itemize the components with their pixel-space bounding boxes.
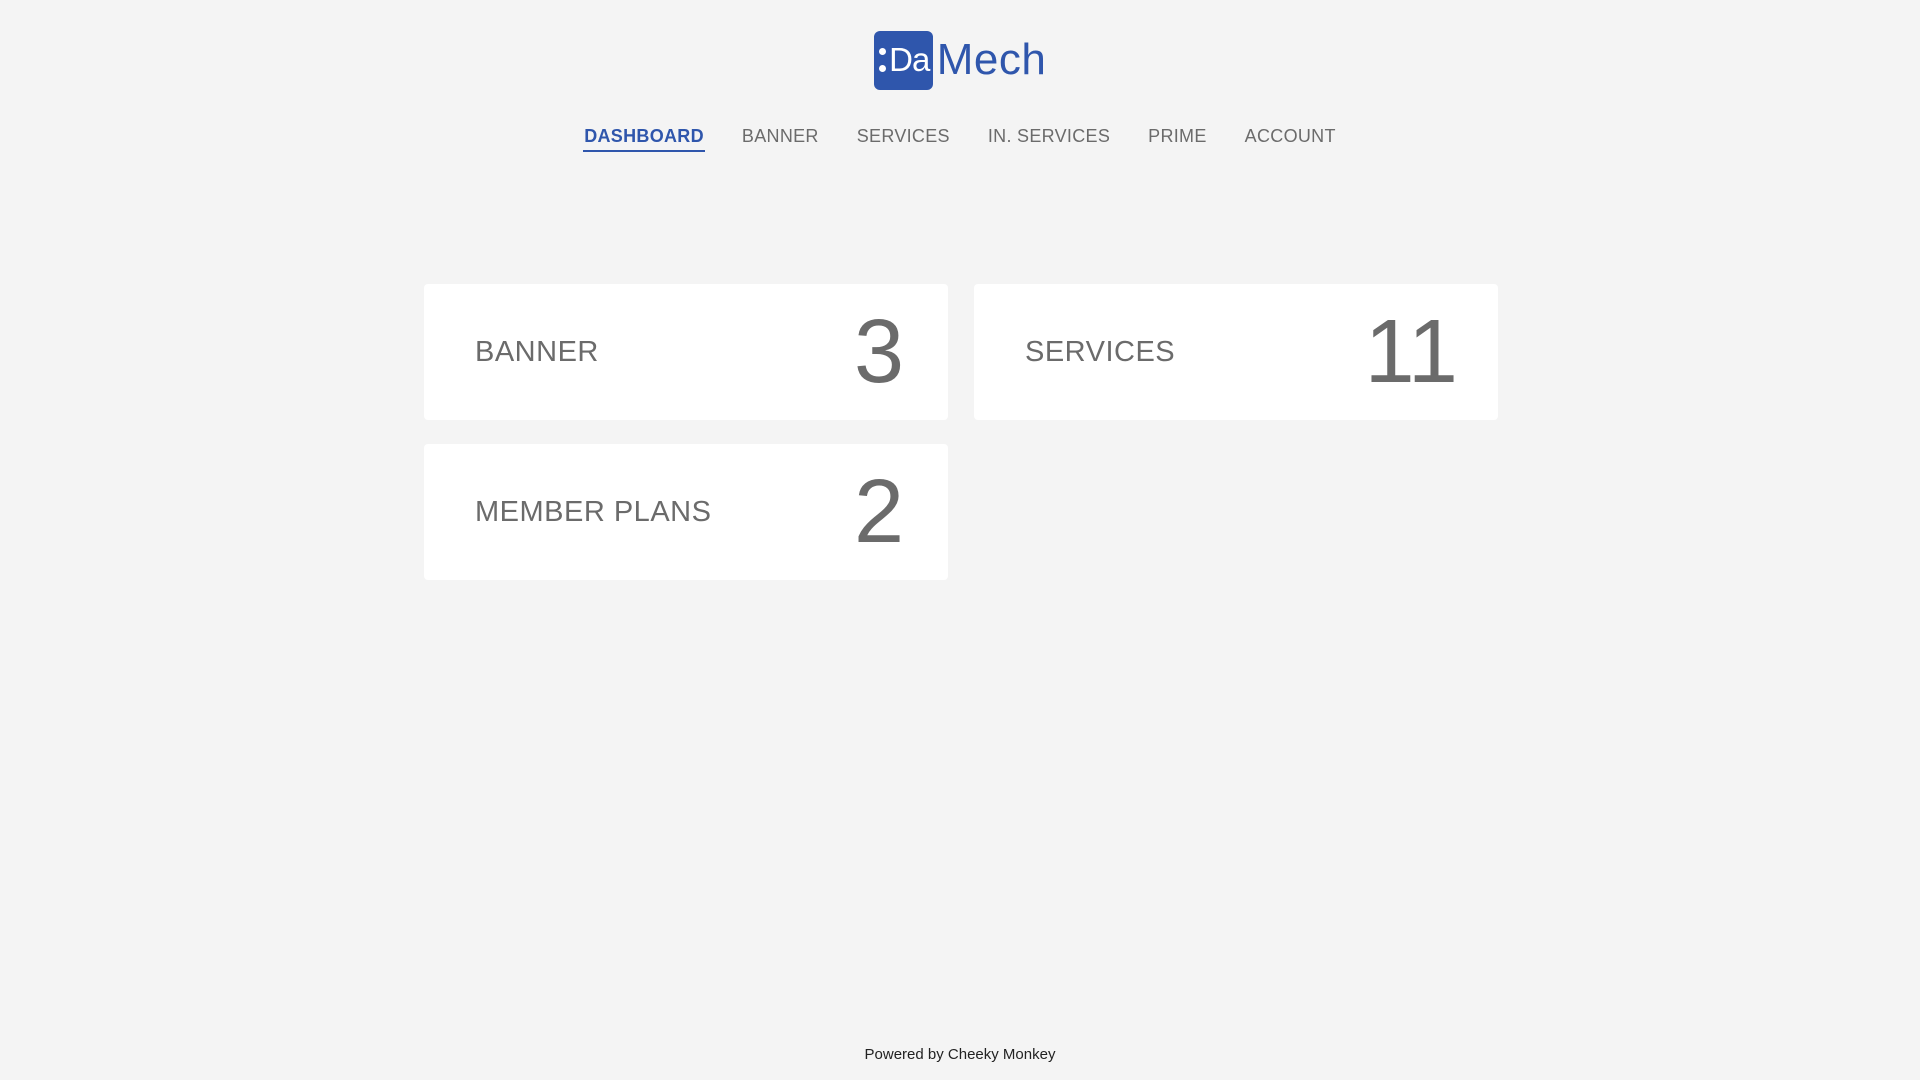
nav-item-banner[interactable]: BANNER	[741, 124, 820, 152]
logo-badge-text: Da	[889, 41, 930, 78]
card-count: 11	[1364, 302, 1458, 402]
footer-credit: Powered by Cheeky Monkey	[864, 1046, 1056, 1063]
nav-item-in-services[interactable]: IN. SERVICES	[987, 124, 1111, 152]
page: Da Mech DASHBOARD BANNER SERVICES IN. SE…	[0, 0, 1920, 1080]
services-count-card[interactable]: SERVICES 11	[974, 284, 1498, 420]
header-logo-area: Da Mech	[0, 30, 1920, 90]
member-plans-count-card[interactable]: MEMBER PLANS 2	[424, 444, 948, 580]
card-label: BANNER	[475, 335, 599, 368]
nav-item-prime[interactable]: PRIME	[1147, 124, 1208, 152]
brand-logo[interactable]: Da Mech	[873, 30, 1047, 90]
main-nav: DASHBOARD BANNER SERVICES IN. SERVICES P…	[0, 124, 1920, 152]
banner-count-card[interactable]: BANNER 3	[424, 284, 948, 420]
card-label: SERVICES	[1025, 335, 1176, 368]
nav-item-services[interactable]: SERVICES	[856, 124, 951, 152]
nav-item-account[interactable]: ACCOUNT	[1244, 124, 1337, 152]
logo-wordmark: Mech	[936, 35, 1047, 84]
card-label: MEMBER PLANS	[475, 495, 712, 528]
logo-dots-icon	[878, 47, 886, 74]
card-count: 3	[853, 302, 904, 402]
card-count: 2	[853, 462, 904, 562]
nav-item-dashboard[interactable]: DASHBOARD	[583, 124, 705, 152]
logo-badge: Da	[873, 30, 933, 90]
